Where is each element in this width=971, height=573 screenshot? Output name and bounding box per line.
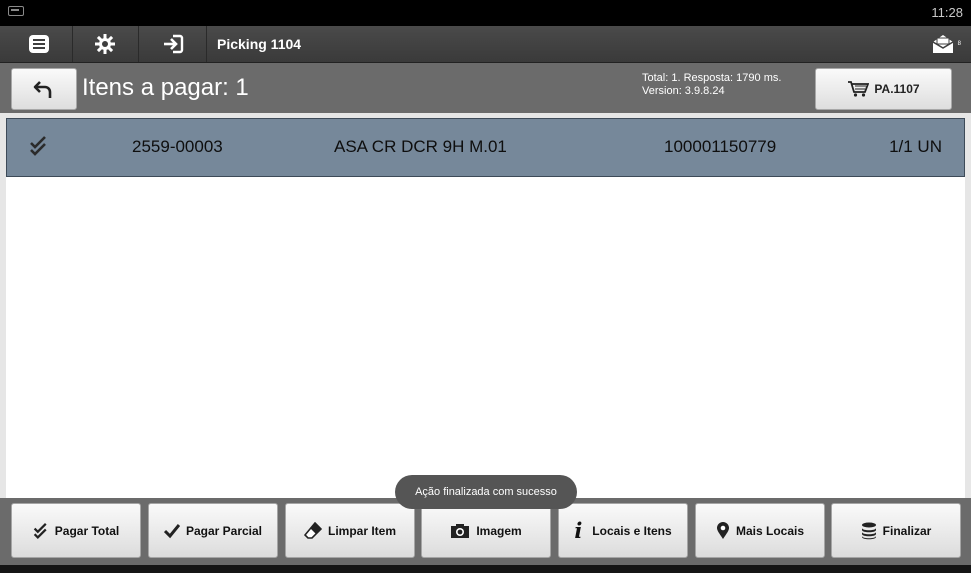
- keyboard-icon: [8, 6, 24, 16]
- menu-icon: [29, 35, 49, 53]
- image-button[interactable]: Imagem: [421, 503, 551, 558]
- messages-button[interactable]: 8: [931, 31, 961, 57]
- eraser-icon: [303, 521, 322, 539]
- clear-item-label: Limpar Item: [327, 523, 396, 538]
- cart-icon: [848, 81, 870, 97]
- login-button[interactable]: [140, 26, 207, 62]
- items-count-title: Itens a pagar: 1: [82, 74, 249, 101]
- pay-partial-label: Pagar Parcial: [185, 523, 263, 538]
- gear-icon: [95, 34, 115, 54]
- double-check-icon: [29, 135, 49, 162]
- page-title: Picking 1104: [217, 36, 302, 52]
- pay-total-label: Pagar Total: [54, 523, 120, 538]
- back-button[interactable]: [11, 68, 77, 110]
- item-code: 2559-00003: [132, 137, 223, 156]
- database-icon: [861, 522, 876, 539]
- info-icon: i: [574, 518, 583, 543]
- clear-item-button[interactable]: Limpar Item: [285, 503, 415, 558]
- locations-items-label: Locais e Itens: [592, 523, 672, 538]
- items-list: 2559-00003 ASA CR DCR 9H M.01 1000011507…: [6, 118, 965, 498]
- item-quantity: 1/1 UN: [889, 137, 942, 156]
- finish-label: Finalizar: [882, 523, 932, 538]
- list-item[interactable]: 2559-00003 ASA CR DCR 9H M.01 1000011507…: [6, 118, 965, 177]
- map-pin-icon: [716, 521, 729, 539]
- toast-message: Ação finalizada com sucesso: [395, 475, 577, 509]
- check-icon: [163, 523, 180, 538]
- cart-button[interactable]: PA.1107: [815, 68, 952, 110]
- header-row: Itens a pagar: 1 Total: 1. Resposta: 179…: [0, 63, 971, 113]
- locations-items-button[interactable]: i Locais e Itens: [558, 503, 688, 558]
- more-locations-button[interactable]: Mais Locais: [695, 503, 825, 558]
- item-barcode: 100001150779: [664, 137, 777, 156]
- login-icon: [164, 34, 184, 54]
- camera-icon: [451, 523, 470, 538]
- image-label: Imagem: [476, 523, 522, 538]
- mail-badge: 8: [957, 41, 961, 47]
- cart-button-label: PA.1107: [874, 82, 920, 96]
- response-stats: Total: 1. Resposta: 1790 ms. Version: 3.…: [642, 72, 781, 98]
- stats-version: Version: 3.9.8.24: [642, 85, 725, 97]
- action-bar: Picking 1104 8: [0, 26, 971, 63]
- finish-button[interactable]: Finalizar: [831, 503, 961, 558]
- system-nav-strip: [0, 565, 971, 573]
- menu-button[interactable]: [6, 26, 73, 62]
- status-time: 11:28: [931, 5, 963, 20]
- settings-button[interactable]: [72, 26, 139, 62]
- stats-total: Total: 1. Resposta: 1790 ms.: [642, 72, 782, 84]
- pay-total-button[interactable]: Pagar Total: [11, 503, 141, 558]
- mail-icon: [932, 35, 954, 53]
- pay-partial-button[interactable]: Pagar Parcial: [148, 503, 278, 558]
- more-locations-label: Mais Locais: [735, 523, 805, 538]
- app-screen: 11:28 Picking 1104 8 Itens a pagar: 1 To…: [0, 0, 971, 573]
- status-bar: 11:28: [0, 0, 971, 26]
- undo-icon: [33, 81, 52, 98]
- double-check-icon: [33, 522, 47, 539]
- item-description: ASA CR DCR 9H M.01: [334, 137, 507, 156]
